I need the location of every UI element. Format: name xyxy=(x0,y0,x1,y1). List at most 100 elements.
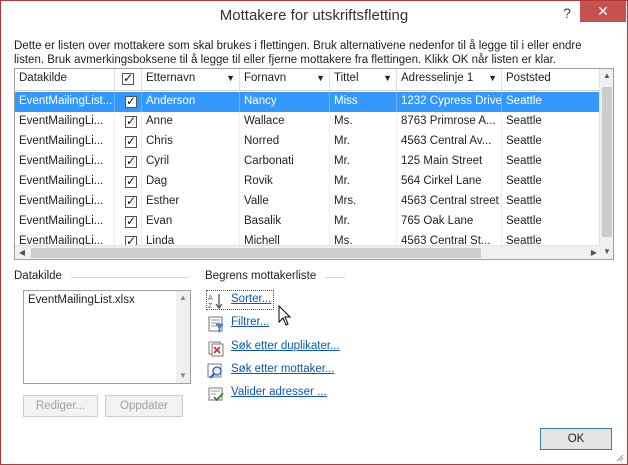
include-checkbox[interactable] xyxy=(125,194,137,208)
scroll-thumb[interactable] xyxy=(31,248,481,258)
cell-source: EventMailingLi... xyxy=(15,212,115,232)
cell-first-name: Rovik xyxy=(240,172,330,192)
col-header-tittel[interactable]: Tittel ▼ xyxy=(330,69,397,91)
scroll-down-icon[interactable]: ▼ xyxy=(176,369,190,383)
cell-first-name: Basalik xyxy=(240,212,330,232)
table-row[interactable]: EventMailingLi... Cyril Carbonati Mr. 12… xyxy=(15,152,601,172)
table-row[interactable]: EventMailingLi... Dag Rovik Mr. 564 Cirk… xyxy=(15,172,601,192)
cell-last-name: Evan xyxy=(142,212,240,232)
cell-source: EventMailingLi... xyxy=(15,132,115,152)
validate-addresses-link-label[interactable]: Valider adresser ... xyxy=(231,386,327,398)
cell-first-name: Wallace xyxy=(240,112,330,132)
cell-city: Seattle xyxy=(502,112,601,132)
window-title: Mottakere for utskriftsfletting xyxy=(219,7,409,24)
datasource-group-label: Datakilde xyxy=(14,270,62,282)
duplicates-icon xyxy=(207,339,225,357)
cell-source: EventMailingLi... xyxy=(15,172,115,192)
table-row[interactable]: EventMailingLi... Esther Valle Mrs. 4563… xyxy=(15,192,601,212)
divider xyxy=(325,277,345,278)
include-checkbox[interactable] xyxy=(125,94,137,108)
cell-source: EventMailingLi... xyxy=(15,152,115,172)
chevron-down-icon[interactable]: ▼ xyxy=(226,73,235,83)
find-duplicates-link-label[interactable]: Søk etter duplikater... xyxy=(231,340,340,352)
scroll-up-icon[interactable]: ▲ xyxy=(600,69,613,83)
scroll-right-icon[interactable]: ▶ xyxy=(587,246,601,259)
col-header-poststed[interactable]: Poststed xyxy=(502,69,601,91)
cell-last-name: Anderson xyxy=(142,92,240,112)
scroll-thumb[interactable] xyxy=(602,87,612,237)
scroll-left-icon[interactable]: ◀ xyxy=(15,246,29,259)
chevron-down-icon[interactable]: ▼ xyxy=(488,73,497,83)
datasource-list[interactable]: EventMailingList.xlsx ▲ ▼ xyxy=(23,290,191,384)
refresh-button[interactable]: Oppdater xyxy=(105,395,183,417)
list-vertical-scrollbar[interactable]: ▲ ▼ xyxy=(176,291,190,383)
title-bar: Mottakere for utskriftsfletting ? ✕ xyxy=(1,1,627,33)
resize-grip-icon[interactable] xyxy=(614,451,624,462)
ok-button[interactable]: OK xyxy=(540,428,612,450)
cell-include xyxy=(115,172,142,192)
find-recipient-icon xyxy=(207,362,225,380)
edit-button[interactable]: Rediger... xyxy=(23,395,98,417)
col-header-adresselinje[interactable]: Adresselinje 1 ▼ xyxy=(397,69,502,91)
cell-city: Seattle xyxy=(502,132,601,152)
help-button[interactable]: ? xyxy=(557,5,577,25)
cell-include xyxy=(115,152,142,172)
table-row[interactable]: EventMailingLi... Anne Wallace Ms. 8763 … xyxy=(15,112,601,132)
include-checkbox[interactable] xyxy=(125,114,137,128)
cell-address: 765 Oak Lane xyxy=(397,212,502,232)
sort-link-label[interactable]: Sorter... xyxy=(231,293,271,305)
chevron-down-icon[interactable]: ▼ xyxy=(316,73,325,83)
cell-first-name: Carbonati xyxy=(240,152,330,172)
cell-title: Mr. xyxy=(330,132,397,152)
grid-horizontal-scrollbar[interactable]: ◀ ▶ xyxy=(15,245,601,259)
include-checkbox[interactable] xyxy=(125,154,137,168)
include-checkbox[interactable] xyxy=(125,214,137,228)
cell-title: Miss xyxy=(330,92,397,112)
col-header-label: Tittel xyxy=(334,72,359,84)
col-header-select-all[interactable] xyxy=(115,69,142,91)
cell-title: Mr. xyxy=(330,212,397,232)
include-checkbox[interactable] xyxy=(125,134,137,148)
find-recipient-link-label[interactable]: Søk etter mottaker... xyxy=(231,363,335,375)
refine-group-label: Begrens mottakerliste xyxy=(205,270,317,282)
cell-last-name: Esther xyxy=(142,192,240,212)
cell-city: Seattle xyxy=(502,192,601,212)
include-checkbox[interactable] xyxy=(125,174,137,188)
scroll-down-icon[interactable]: ▼ xyxy=(600,245,613,259)
svg-text:A: A xyxy=(208,295,213,302)
cell-title: Mr. xyxy=(330,152,397,172)
cell-title: Ms. xyxy=(330,112,397,132)
col-header-fornavn[interactable]: Fornavn ▼ xyxy=(240,69,330,91)
svg-text:Z: Z xyxy=(208,303,213,310)
cell-address: 4563 Central Av... xyxy=(397,132,502,152)
table-row[interactable]: EventMailingList... Anderson Nancy Miss … xyxy=(15,92,601,112)
filter-link-label[interactable]: Filtrer... xyxy=(231,316,269,328)
chevron-down-icon[interactable]: ▼ xyxy=(383,73,392,83)
cell-include xyxy=(115,212,142,232)
table-row[interactable]: EventMailingLi... Chris Norred Mr. 4563 … xyxy=(15,132,601,152)
filter-icon xyxy=(207,315,225,333)
validate-icon xyxy=(207,385,225,403)
list-item[interactable]: EventMailingList.xlsx xyxy=(28,294,135,306)
cell-title: Mrs. xyxy=(330,192,397,212)
cell-include xyxy=(115,92,142,112)
col-header-datakilde[interactable]: Datakilde xyxy=(15,69,115,91)
cell-include xyxy=(115,192,142,212)
scroll-up-icon[interactable]: ▲ xyxy=(176,291,190,305)
cell-address: 1232 Cypress Drive xyxy=(397,92,502,112)
cell-include xyxy=(115,132,142,152)
grid-vertical-scrollbar[interactable]: ▲ ▼ xyxy=(599,69,613,259)
close-button[interactable]: ✕ xyxy=(580,1,626,22)
table-row[interactable]: EventMailingLi... Evan Basalik Mr. 765 O… xyxy=(15,212,601,232)
col-header-label: Adresselinje 1 xyxy=(401,72,474,84)
cell-title: Mr. xyxy=(330,172,397,192)
recipient-grid[interactable]: Datakilde Etternavn ▼ Fornavn ▼ Tittel ▼ Ad… xyxy=(14,68,614,260)
col-header-label: Poststed xyxy=(506,72,551,84)
cell-source: EventMailingLi... xyxy=(15,112,115,132)
cell-city: Seattle xyxy=(502,172,601,192)
cell-address: 4563 Central street xyxy=(397,192,502,212)
cell-source: EventMailingLi... xyxy=(15,192,115,212)
cell-city: Seattle xyxy=(502,212,601,232)
col-header-etternavn[interactable]: Etternavn ▼ xyxy=(142,69,240,91)
select-all-checkbox[interactable] xyxy=(122,71,134,85)
